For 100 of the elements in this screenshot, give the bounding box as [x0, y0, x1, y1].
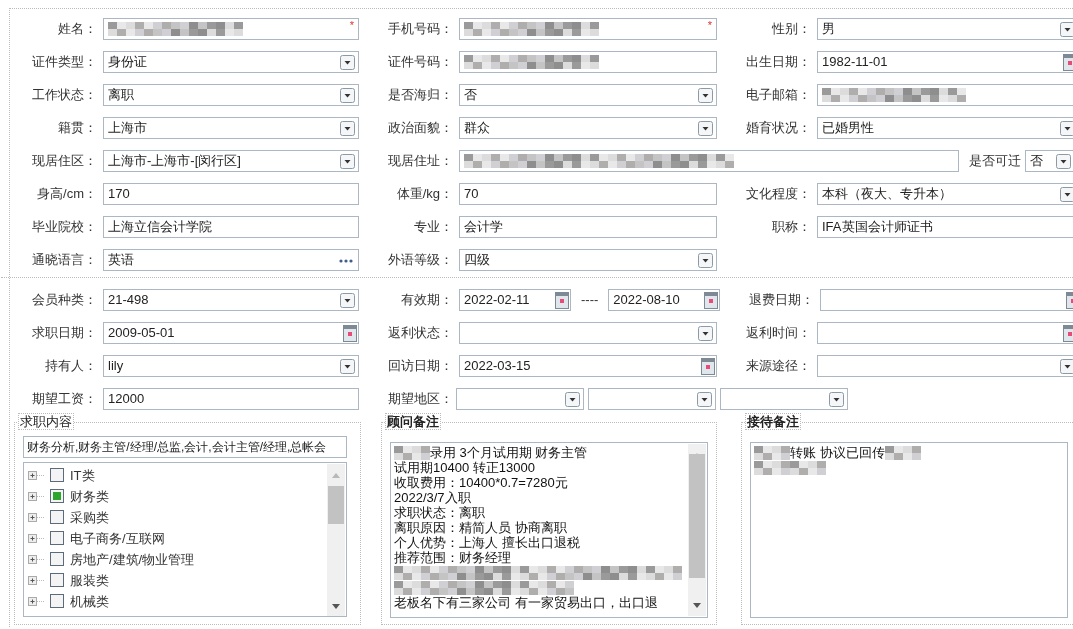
- expand-icon[interactable]: [28, 491, 46, 502]
- caret-icon[interactable]: [1060, 186, 1073, 202]
- field-label: 身高/cm：: [36, 184, 97, 203]
- expand-icon[interactable]: [28, 554, 46, 565]
- caret-icon[interactable]: [340, 87, 355, 103]
- field-label: 手机号码：: [387, 19, 453, 38]
- text-field[interactable]: 上海立信会计学院: [103, 215, 359, 238]
- text-field[interactable]: 12000: [103, 387, 359, 410]
- caret-icon[interactable]: [1060, 120, 1073, 136]
- text-field[interactable]: IFA英国会计师证书: [817, 215, 1073, 238]
- calendar-icon[interactable]: [704, 291, 719, 309]
- caret-icon[interactable]: [340, 153, 355, 169]
- dropdown[interactable]: lily: [103, 354, 359, 377]
- dropdown[interactable]: 群众: [459, 116, 717, 139]
- date-field[interactable]: 2009-05-01: [103, 321, 359, 344]
- checkbox[interactable]: [50, 468, 65, 483]
- dropdown[interactable]: 四级: [459, 248, 717, 271]
- expand-icon[interactable]: [28, 470, 46, 481]
- checkbox[interactable]: [50, 489, 65, 504]
- date-field[interactable]: 2022-03-15: [459, 354, 717, 377]
- field-label: 现居住区：: [31, 151, 97, 170]
- text-field[interactable]: 财务分析,财务主管/经理/总监,会计,会计主管/经理,总帐会: [23, 436, 347, 458]
- date-field[interactable]: 1982-11-01: [817, 50, 1073, 73]
- expand-icon[interactable]: [28, 596, 46, 607]
- caret-icon[interactable]: [698, 87, 713, 103]
- calendar-icon[interactable]: [701, 357, 715, 375]
- checkbox[interactable]: [50, 531, 65, 546]
- caret-icon[interactable]: [340, 292, 355, 308]
- dropdown[interactable]: 已婚男性: [817, 116, 1073, 139]
- tree-item[interactable]: 采购类: [70, 507, 109, 528]
- range-separator: ----: [580, 290, 600, 309]
- tree-view[interactable]: IT类 财务类 采购类 电子商务/互联网 房地产/建筑/物业管理 服装类 机械类: [23, 462, 347, 617]
- text-field[interactable]: [817, 83, 1073, 106]
- field-label: 电子邮箱：: [745, 85, 811, 104]
- dropdown[interactable]: 男: [817, 17, 1073, 40]
- caret-icon[interactable]: [698, 252, 713, 268]
- dropdown[interactable]: 离职: [103, 83, 359, 106]
- calendar-icon[interactable]: [1063, 53, 1073, 71]
- text-field[interactable]: *: [103, 17, 359, 40]
- text-field[interactable]: 170: [103, 182, 359, 205]
- date-field[interactable]: [817, 321, 1073, 344]
- redaction-mosaic: [394, 445, 430, 460]
- scrollbar[interactable]: [327, 464, 345, 616]
- picker-field[interactable]: 英语: [103, 248, 359, 271]
- dropdown[interactable]: 本科（夜大、专升本）: [817, 182, 1073, 205]
- dropdown[interactable]: 上海市-上海市-[闵行区]: [103, 149, 359, 172]
- caret-icon[interactable]: [698, 120, 713, 136]
- caret-icon[interactable]: [1060, 21, 1073, 37]
- field-label: 工作状态：: [31, 85, 97, 104]
- tree-item[interactable]: 财务类: [70, 486, 109, 507]
- text-field[interactable]: [459, 149, 959, 172]
- text-field[interactable]: [459, 50, 717, 73]
- field-label: 现居住址：: [387, 151, 453, 170]
- checkbox[interactable]: [50, 552, 65, 567]
- calendar-icon[interactable]: [1063, 324, 1073, 342]
- checkbox[interactable]: [50, 573, 65, 588]
- caret-icon[interactable]: [340, 120, 355, 136]
- calendar-icon[interactable]: [555, 291, 569, 309]
- tree-item[interactable]: IT类: [70, 465, 95, 486]
- field-label: 期望工资：: [31, 389, 97, 408]
- dropdown[interactable]: 否: [1025, 149, 1073, 172]
- caret-icon[interactable]: [565, 391, 580, 407]
- field-label: 是否可迁: [969, 151, 1021, 170]
- note-text: 录用 3个月试用期 财务主管: [430, 445, 588, 460]
- required-asterisk: *: [707, 17, 712, 33]
- caret-icon[interactable]: [340, 54, 355, 70]
- field-label: 外语等级：: [387, 250, 453, 269]
- date-field[interactable]: 2022-08-10: [608, 288, 721, 311]
- tree-item[interactable]: 服装类: [70, 570, 109, 591]
- tree-item[interactable]: 电子商务/互联网: [70, 528, 165, 549]
- calendar-icon[interactable]: [343, 324, 357, 342]
- dropdown[interactable]: 否: [459, 83, 717, 106]
- caret-icon[interactable]: [697, 391, 712, 407]
- checkbox[interactable]: [50, 510, 65, 525]
- dropdown[interactable]: 上海市: [103, 116, 359, 139]
- dropdown[interactable]: 身份证: [103, 50, 359, 73]
- expand-icon[interactable]: [28, 575, 46, 586]
- more-icon[interactable]: [338, 257, 354, 264]
- caret-icon[interactable]: [829, 391, 844, 407]
- scrollbar[interactable]: [688, 444, 706, 616]
- caret-icon[interactable]: [340, 358, 355, 374]
- expand-icon[interactable]: [28, 533, 46, 544]
- caret-icon[interactable]: [698, 325, 713, 341]
- date-field[interactable]: [820, 288, 1073, 311]
- notes-field[interactable]: 转账 协议已回传: [750, 442, 1068, 618]
- note-text: 个人优势：上海人 擅长出口退税: [394, 535, 580, 550]
- checkbox[interactable]: [50, 594, 65, 609]
- field-label: 有效期：: [400, 290, 453, 309]
- expand-icon[interactable]: [28, 512, 46, 523]
- text-field[interactable]: 会计学: [459, 215, 717, 238]
- dropdown[interactable]: 21-498: [103, 288, 359, 311]
- tree-item[interactable]: 机械类: [70, 591, 109, 612]
- caret-icon[interactable]: [1056, 153, 1071, 169]
- caret-icon[interactable]: [1060, 358, 1073, 374]
- field-label: 退费日期：: [748, 290, 815, 309]
- notes-field[interactable]: 录用 3个月试用期 财务主管 试用期10400 转正13000 收取费用：10400*0.7=7280元 2022/3/7入职 求职状态：离职 离职原因：精简人员 协商离职 个人优势：上海人 擅长出口退税 推荐范围：财务经理 老板名下有三家公司 有一家贸易出口，出口退: [390, 442, 708, 618]
- tree-item[interactable]: 房地产/建筑/物业管理: [70, 549, 195, 570]
- text-field[interactable]: *: [459, 17, 717, 40]
- text-field[interactable]: 70: [459, 182, 717, 205]
- date-field[interactable]: 2022-02-11: [459, 288, 571, 311]
